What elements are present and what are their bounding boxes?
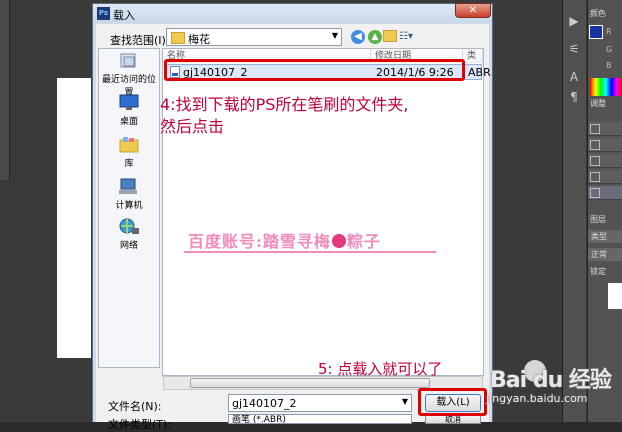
look-in-label: 查找范围(I): (110, 34, 170, 47)
ps-document-canvas (57, 78, 91, 358)
place-label: 网络 (119, 241, 138, 251)
recent-places-icon (120, 53, 136, 68)
step4-annotation: 4:找到下载的PS所在笔刷的文件夹, 然后点击 (160, 95, 409, 136)
scrollbar-thumb[interactable] (190, 378, 430, 388)
chevron-down-icon: ▼ (331, 31, 338, 40)
color-panel-tab[interactable]: 颜色 (590, 8, 606, 20)
look-in-value: 梅花 (188, 33, 210, 46)
adjustments-panel-tab[interactable]: 调整 (590, 98, 606, 110)
network-icon (119, 218, 139, 234)
file-name-input[interactable]: gj140107_2 ▼ (228, 394, 412, 412)
photoshop-app-icon: Ps (97, 7, 110, 20)
highlight-load-button (418, 388, 487, 416)
layer-thumbnail[interactable] (608, 283, 622, 309)
place-computer[interactable]: 计算机 (98, 178, 160, 211)
dialog-titlebar[interactable] (93, 4, 492, 23)
folder-icon (171, 32, 185, 44)
text-tool-icon[interactable]: A (566, 70, 582, 84)
ps-left-panel-edge (0, 0, 10, 180)
r-channel-label: R (606, 27, 612, 36)
highlight-file-row (164, 59, 465, 81)
place-desktop[interactable]: 桌面 (98, 94, 160, 127)
ps-panel-dock (562, 0, 586, 422)
dialog-title: 载入 (113, 9, 135, 22)
file-name-label: 文件名(N): (108, 400, 162, 413)
place-network[interactable]: 网络 (98, 218, 160, 251)
foreground-swatch[interactable] (589, 25, 603, 39)
g-channel-label: G (606, 45, 613, 54)
file-type-label: 文件类型(T): (108, 418, 172, 431)
layers-panel-tab[interactable]: 图层 (590, 214, 606, 226)
ps-history-row[interactable] (588, 170, 622, 184)
look-in-combo[interactable]: 梅花 ▼ (166, 28, 342, 46)
ps-history-row[interactable] (588, 138, 622, 152)
place-label: 库 (124, 159, 134, 169)
libraries-icon (119, 137, 139, 153)
file-type-cell: ABR (468, 66, 491, 79)
place-recent[interactable]: 最近访问的位置 (98, 52, 160, 98)
computer-icon (119, 178, 137, 194)
sliders-icon[interactable]: ⚟ (566, 42, 582, 56)
step5-annotation: 5: 点载入就可以了 (318, 360, 443, 378)
paragraph-icon[interactable]: ¶ (566, 90, 582, 104)
ps-history-row[interactable] (588, 154, 622, 168)
up-folder-icon[interactable]: ▲ (368, 30, 382, 44)
place-libraries[interactable]: 库 (98, 136, 160, 169)
back-icon[interactable]: ◀ (351, 30, 365, 44)
account-watermark: 百度账号:踏雪寻梅 粽子 (188, 232, 381, 251)
file-name-value: gj140107_2 (232, 397, 297, 410)
ps-right-panels (587, 0, 622, 422)
color-spectrum[interactable] (590, 78, 622, 96)
desktop-icon (119, 94, 139, 110)
layer-kind-filter[interactable]: 类型 (588, 230, 622, 243)
views-menu-icon[interactable]: ☷▾ (399, 30, 419, 43)
column-header-type[interactable]: 类型 (463, 49, 483, 75)
place-label: 桌面 (119, 117, 138, 127)
baidu-jingyan-logo: Bai du 经验 (490, 368, 612, 393)
place-label: 计算机 (115, 201, 143, 211)
b-channel-label: B (606, 61, 612, 70)
play-icon[interactable]: ▶ (566, 14, 582, 28)
blend-mode-select[interactable]: 正常 (588, 248, 622, 261)
lock-label: 锁定 (590, 267, 606, 276)
watermark-underline (184, 251, 436, 253)
new-folder-icon[interactable] (383, 30, 397, 42)
baidu-jingyan-url: jingyan.baidu.com (486, 392, 588, 405)
ps-history-row[interactable] (588, 122, 622, 136)
close-button[interactable]: ✕ (455, 3, 491, 18)
ps-history-row[interactable] (588, 186, 622, 200)
file-type-select[interactable]: 画笔 (*.ABR) (228, 414, 412, 425)
pink-dot-icon (331, 234, 346, 248)
chevron-down-icon[interactable]: ▼ (402, 397, 408, 406)
